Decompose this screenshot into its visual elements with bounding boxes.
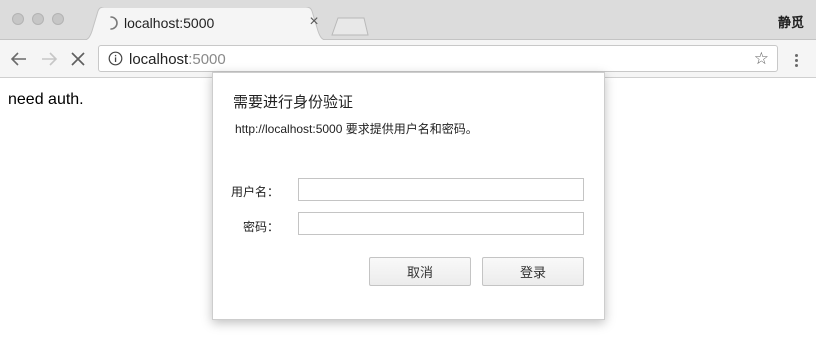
profile-name[interactable]: 静觅 — [778, 12, 804, 31]
dialog-title: 需要进行身份验证 — [233, 94, 354, 111]
back-button[interactable] — [8, 48, 30, 70]
tab-close-icon[interactable]: × — [306, 13, 322, 31]
close-window-button[interactable] — [12, 13, 24, 25]
new-tab-button[interactable] — [330, 16, 370, 36]
dot — [794, 63, 798, 67]
stop-loading-button[interactable] — [67, 48, 89, 70]
tab-strip: localhost:5000 × 静觅 — [0, 0, 816, 41]
tab-title: localhost:5000 — [124, 15, 215, 31]
dialog-message: http://localhost:5000 要求提供用户名和密码。 — [235, 122, 478, 136]
page-body-text: need auth. — [8, 91, 84, 108]
auth-dialog: 需要进行身份验证 http://localhost:5000 要求提供用户名和密… — [212, 72, 605, 320]
loading-spinner-icon — [110, 16, 118, 30]
login-button[interactable]: 登录 — [482, 257, 584, 286]
address-url[interactable]: localhost:5000 — [129, 51, 226, 68]
arrow-right-icon — [42, 52, 58, 66]
tab-active[interactable]: localhost:5000 × — [80, 7, 330, 41]
zoom-window-button[interactable] — [52, 13, 64, 25]
url-host: localhost — [129, 51, 189, 68]
password-label: 密码： — [242, 220, 279, 234]
info-icon[interactable] — [108, 51, 123, 66]
address-bar[interactable]: localhost:5000 ☆ — [98, 45, 778, 72]
close-icon — [71, 52, 85, 66]
password-input[interactable] — [298, 212, 584, 235]
menu-button[interactable] — [786, 50, 806, 70]
minimize-window-button[interactable] — [32, 13, 44, 25]
username-input[interactable] — [298, 178, 584, 201]
forward-button[interactable] — [38, 48, 60, 70]
dot — [794, 58, 798, 62]
cancel-button[interactable]: 取消 — [369, 257, 471, 286]
bookmark-star-icon[interactable]: ☆ — [754, 49, 769, 69]
arrow-left-icon — [10, 52, 26, 66]
url-port: :5000 — [188, 51, 226, 68]
username-label: 用户名： — [230, 185, 279, 199]
dot — [794, 53, 798, 57]
